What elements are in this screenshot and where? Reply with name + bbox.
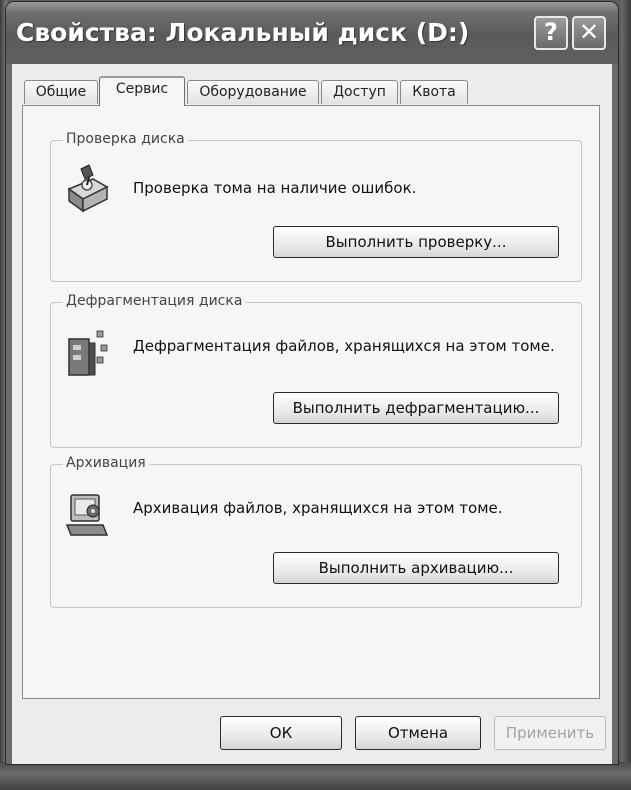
group-title: Проверка диска bbox=[63, 131, 188, 147]
close-icon: ✕ bbox=[578, 18, 600, 46]
backup-icon bbox=[65, 494, 109, 536]
close-button[interactable]: ✕ bbox=[572, 16, 606, 50]
title-bar[interactable]: Свойства: Локальный диск (D:) ? ✕ bbox=[6, 2, 618, 64]
tab-general[interactable]: Общие bbox=[24, 80, 98, 104]
apply-button[interactable]: Применить bbox=[494, 716, 606, 750]
taskbar-strip bbox=[0, 762, 631, 790]
background-right-edge bbox=[621, 0, 631, 790]
check-description: Проверка тома на наличие ошибок. bbox=[133, 179, 417, 197]
defragment-now-button[interactable]: Выполнить дефрагментацию... bbox=[273, 392, 559, 424]
group-check-disk: Проверка диска Проверка тома на наличие … bbox=[50, 131, 582, 282]
tools-tab-panel: Проверка диска Проверка тома на наличие … bbox=[22, 105, 600, 699]
ok-button[interactable]: ОК bbox=[220, 716, 342, 750]
group-backup: Архивация Архивация файлов, хранящихся н… bbox=[50, 455, 582, 608]
backup-description: Архивация файлов, хранящихся на этом том… bbox=[133, 499, 503, 517]
backup-now-button[interactable]: Выполнить архивацию... bbox=[273, 552, 559, 584]
tab-hardware[interactable]: Оборудование bbox=[187, 80, 319, 104]
group-defragment: Дефрагментация диска Дефрагментация файл… bbox=[50, 293, 582, 448]
help-icon: ? bbox=[544, 18, 558, 46]
defrag-description: Дефрагментация файлов, хранящихся на это… bbox=[133, 337, 555, 355]
check-now-button[interactable]: Выполнить проверку... bbox=[273, 226, 559, 258]
dialog-body: Общие Сервис Оборудование Доступ Квота П… bbox=[12, 64, 612, 764]
tab-tools[interactable]: Сервис bbox=[99, 76, 185, 106]
disk-check-icon bbox=[67, 164, 109, 213]
defragment-icon bbox=[68, 330, 108, 376]
properties-window: Свойства: Локальный диск (D:) ? ✕ Общие … bbox=[6, 2, 618, 764]
tab-quota[interactable]: Квота bbox=[400, 80, 468, 104]
window-title: Свойства: Локальный диск (D:) bbox=[16, 18, 470, 47]
tab-sharing[interactable]: Доступ bbox=[321, 80, 398, 104]
group-title: Дефрагментация диска bbox=[63, 293, 246, 309]
group-title: Архивация bbox=[63, 455, 149, 471]
help-button[interactable]: ? bbox=[534, 16, 568, 50]
cancel-button[interactable]: Отмена bbox=[355, 716, 481, 750]
